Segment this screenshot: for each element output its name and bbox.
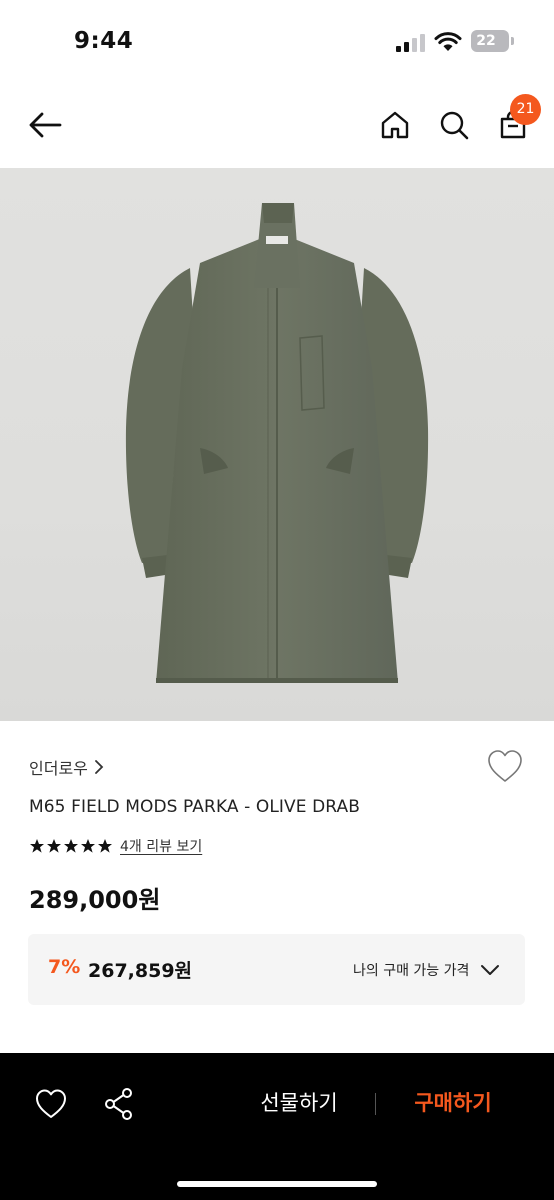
product-price: 289,000원 xyxy=(29,886,161,914)
review-link[interactable]: 4개 리뷰 보기 xyxy=(120,836,202,856)
share-icon xyxy=(105,1088,132,1120)
battery-level: 22 xyxy=(476,33,496,49)
home-indicator[interactable] xyxy=(177,1181,377,1187)
brand-name: 인더로우 xyxy=(29,759,88,778)
home-icon xyxy=(381,111,409,139)
app-header xyxy=(0,80,554,168)
star-icon xyxy=(81,839,95,853)
status-bar: 9:44 22 xyxy=(0,0,554,80)
discount-price: 267,859원 xyxy=(88,960,193,982)
chevron-right-icon xyxy=(94,760,104,774)
chevron-down-icon[interactable] xyxy=(480,960,500,980)
divider xyxy=(375,1093,376,1115)
star-icon xyxy=(47,839,61,853)
share-button[interactable] xyxy=(103,1087,135,1121)
battery-icon: 22 xyxy=(471,30,509,52)
star-icon xyxy=(64,839,78,853)
search-icon xyxy=(440,111,469,140)
star-icon xyxy=(98,839,112,853)
discount-label: 나의 구매 가능 가격 xyxy=(353,963,470,979)
bottom-wishlist-button[interactable] xyxy=(34,1087,68,1121)
rating-stars xyxy=(29,838,113,854)
product-image[interactable] xyxy=(0,168,554,721)
heart-outline-icon xyxy=(36,1089,66,1118)
heart-outline-icon xyxy=(488,750,522,782)
star-icon xyxy=(30,839,44,853)
cart-count-badge: 21 xyxy=(510,94,541,125)
wishlist-button[interactable] xyxy=(486,748,524,786)
olive-parka-icon xyxy=(125,203,429,683)
status-time: 9:44 xyxy=(74,28,134,54)
gift-button[interactable]: 선물하기 xyxy=(240,1083,358,1123)
discount-box[interactable]: 7% 267,859원 나의 구매 가능 가격 xyxy=(28,934,525,1005)
rating-row: 4개 리뷰 보기 xyxy=(29,836,202,856)
search-button[interactable] xyxy=(433,104,475,146)
signal-icon xyxy=(396,34,426,52)
back-button[interactable] xyxy=(24,104,66,146)
home-button[interactable] xyxy=(374,104,416,146)
brand-link[interactable]: 인더로우 xyxy=(29,755,104,779)
bottom-action-bar: 선물하기 구매하기 xyxy=(0,1053,554,1200)
product-name: M65 FIELD MODS PARKA - OLIVE DRAB xyxy=(29,797,361,817)
discount-rate: 7% xyxy=(48,956,81,978)
wifi-icon xyxy=(434,32,462,51)
back-arrow-icon xyxy=(29,112,62,138)
battery-cap xyxy=(511,37,514,45)
buy-button[interactable]: 구매하기 xyxy=(394,1083,512,1123)
